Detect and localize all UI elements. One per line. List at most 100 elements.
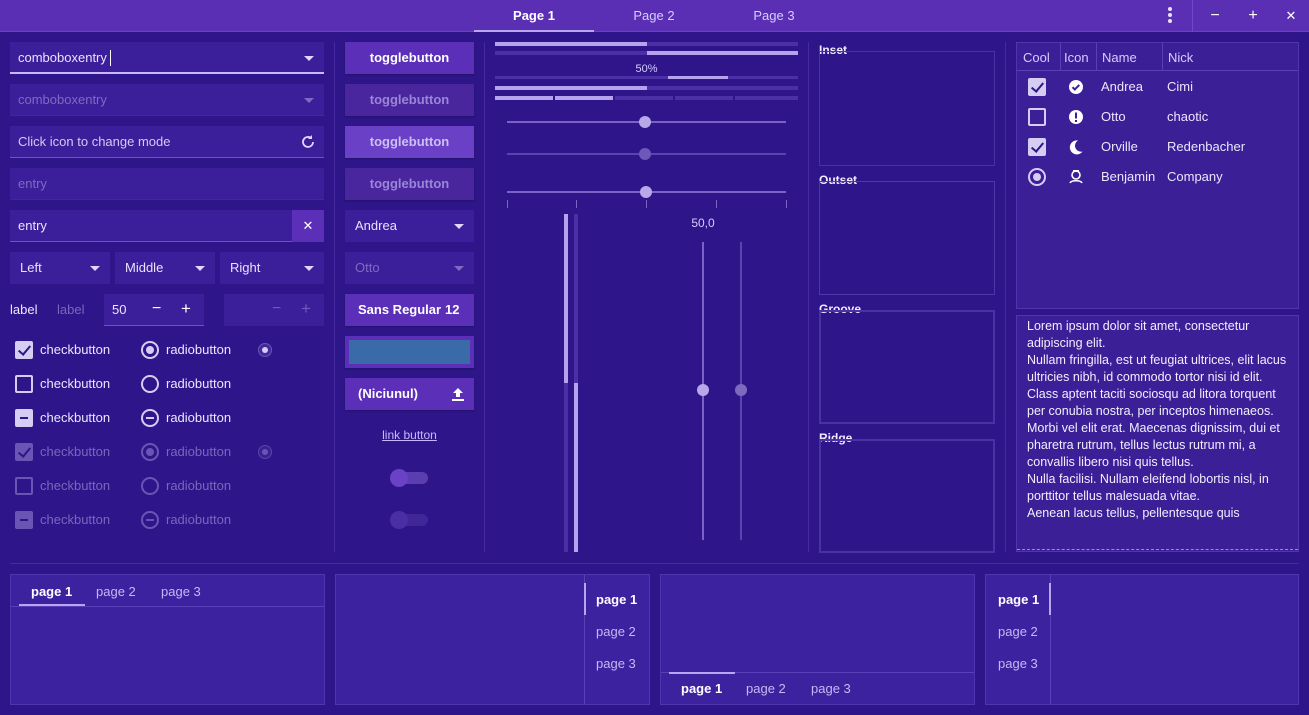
tree-header: Cool Icon Name Nick <box>1017 43 1298 71</box>
section-separator <box>10 563 1299 564</box>
checkbutton-checked[interactable] <box>15 341 33 359</box>
notebook-bottom-tab-2[interactable]: page 2 <box>746 681 786 696</box>
radio-indicator-small-disabled <box>258 445 272 459</box>
tab-page-2[interactable]: Page 2 <box>594 0 714 32</box>
notebook-right-tab-3[interactable]: page 3 <box>596 656 636 671</box>
spin-plus-button[interactable]: + <box>181 299 191 319</box>
close-button[interactable]: ✕ <box>1272 0 1309 32</box>
spin-minus-button[interactable]: − <box>152 300 161 318</box>
align-left-combo[interactable]: Left <box>10 252 110 284</box>
column-nick[interactable]: Nick <box>1168 50 1193 65</box>
header-divider <box>1192 0 1193 32</box>
entry-disabled: entry <box>10 168 324 200</box>
alert-icon <box>1069 110 1083 124</box>
menu-icon[interactable] <box>1163 6 1177 26</box>
tab-page-3[interactable]: Page 3 <box>714 0 834 32</box>
progress-bar <box>495 42 798 46</box>
vertical-scale-knob-2[interactable] <box>735 384 747 396</box>
scale-mark <box>507 200 508 208</box>
switch-off[interactable] <box>390 469 428 487</box>
combo-otto-disabled: Otto <box>345 252 474 284</box>
moon-icon <box>1069 140 1083 155</box>
vertical-progress-1 <box>564 214 568 552</box>
combo-andrea[interactable]: Andrea <box>345 210 474 242</box>
scale-knob[interactable] <box>639 116 651 128</box>
combo-andrea-label: Andrea <box>355 218 397 233</box>
vertical-scale-knob[interactable] <box>697 384 709 396</box>
text-view[interactable]: Lorem ipsum dolor sit amet, consectetur … <box>1016 315 1299 552</box>
color-button[interactable] <box>345 336 474 368</box>
align-left-label: Left <box>20 260 42 275</box>
radiobutton-unchecked-disabled <box>141 477 159 495</box>
scale-mark <box>786 200 787 208</box>
spin-button[interactable]: 50 − + <box>104 294 204 326</box>
notebook-top-tab-3[interactable]: page 3 <box>161 584 201 599</box>
notebook-right-tab-1[interactable]: page 1 <box>596 592 637 607</box>
entry-clearable[interactable]: entry <box>10 210 292 242</box>
spin-minus-button-disabled: − <box>272 300 282 317</box>
notebook-right: page 1 page 2 page 3 <box>335 574 650 705</box>
radiobutton-inconsistent[interactable] <box>141 409 159 427</box>
chevron-down-icon <box>90 266 100 271</box>
cool-check[interactable] <box>1028 78 1046 96</box>
combobox-entry-disabled: comboboxentry <box>10 84 324 116</box>
notebook-top-tab-1[interactable]: page 1 <box>31 584 72 599</box>
column-separator <box>808 42 809 552</box>
notebook-left-tab-1[interactable]: page 1 <box>998 592 1039 607</box>
frame-groove-box <box>819 310 995 424</box>
file-chooser-label: (Niciunul) <box>358 386 418 401</box>
minimize-button[interactable]: − <box>1196 0 1234 32</box>
color-swatch <box>349 340 470 364</box>
notebook-right-tab-2[interactable]: page 2 <box>596 624 636 639</box>
notebook-top-tab-2[interactable]: page 2 <box>96 584 136 599</box>
radio-indicator-small[interactable] <box>258 343 272 357</box>
column-cool[interactable]: Cool <box>1023 50 1050 65</box>
table-row[interactable]: Otto chaotic <box>1017 102 1298 132</box>
checkbutton-unchecked[interactable] <box>15 375 33 393</box>
radiobutton-label: radiobutton <box>166 444 232 459</box>
file-chooser-button[interactable]: (Niciunul) <box>345 378 474 410</box>
radiobutton-unchecked[interactable] <box>141 375 159 393</box>
cool-check[interactable] <box>1028 138 1046 156</box>
table-row[interactable]: Andrea Cimi <box>1017 72 1298 102</box>
notebook-top: page 1 page 2 page 3 <box>10 574 325 705</box>
link-button[interactable]: link button <box>345 428 474 442</box>
checkbutton-label: checkbutton <box>40 444 111 459</box>
notebook-left-tab-3[interactable]: page 3 <box>998 656 1038 671</box>
row-name: Orville <box>1101 139 1138 154</box>
spin-button-disabled: − + <box>224 294 324 326</box>
progress-bar-2 <box>495 86 798 90</box>
cool-check[interactable] <box>1028 108 1046 126</box>
column-icon[interactable]: Icon <box>1064 50 1089 65</box>
row-nick: Redenbacher <box>1167 139 1246 154</box>
notebook-left-tab-2[interactable]: page 2 <box>998 624 1038 639</box>
tab-page-1[interactable]: Page 1 <box>474 0 594 32</box>
refresh-icon[interactable] <box>300 134 316 150</box>
column-name[interactable]: Name <box>1102 50 1137 65</box>
togglebutton-active[interactable]: togglebutton <box>345 126 474 158</box>
progress-text: 50% <box>635 63 658 75</box>
chevron-down-icon[interactable] <box>304 56 314 61</box>
progress-bar-inverted <box>495 51 798 55</box>
scale-knob-marks[interactable] <box>640 186 652 198</box>
font-button[interactable]: Sans Regular 12 <box>345 294 474 326</box>
vertical-progress-2 <box>574 214 578 552</box>
radiobutton-label: radiobutton <box>166 410 232 425</box>
frame-inset-box <box>819 51 995 166</box>
mode-entry[interactable]: Click icon to change mode <box>10 126 324 158</box>
table-row[interactable]: Orville Redenbacher <box>1017 132 1298 162</box>
notebook-bottom-tab-1[interactable]: page 1 <box>681 681 722 696</box>
cool-radio[interactable] <box>1028 168 1046 186</box>
togglebutton[interactable]: togglebutton <box>345 42 474 74</box>
notebook-bottom-tab-3[interactable]: page 3 <box>811 681 851 696</box>
column-separator <box>334 42 335 552</box>
scale-value-label: 50,0 <box>691 216 715 230</box>
maximize-button[interactable]: + <box>1234 0 1272 32</box>
table-row[interactable]: Benjamin Company <box>1017 162 1298 192</box>
align-middle-combo[interactable]: Middle <box>115 252 215 284</box>
clear-icon[interactable]: ✕ <box>292 210 324 242</box>
align-right-combo[interactable]: Right <box>220 252 324 284</box>
combobox-entry[interactable]: comboboxentry <box>10 42 324 74</box>
radiobutton-checked[interactable] <box>141 341 159 359</box>
checkbutton-inconsistent[interactable] <box>15 409 33 427</box>
